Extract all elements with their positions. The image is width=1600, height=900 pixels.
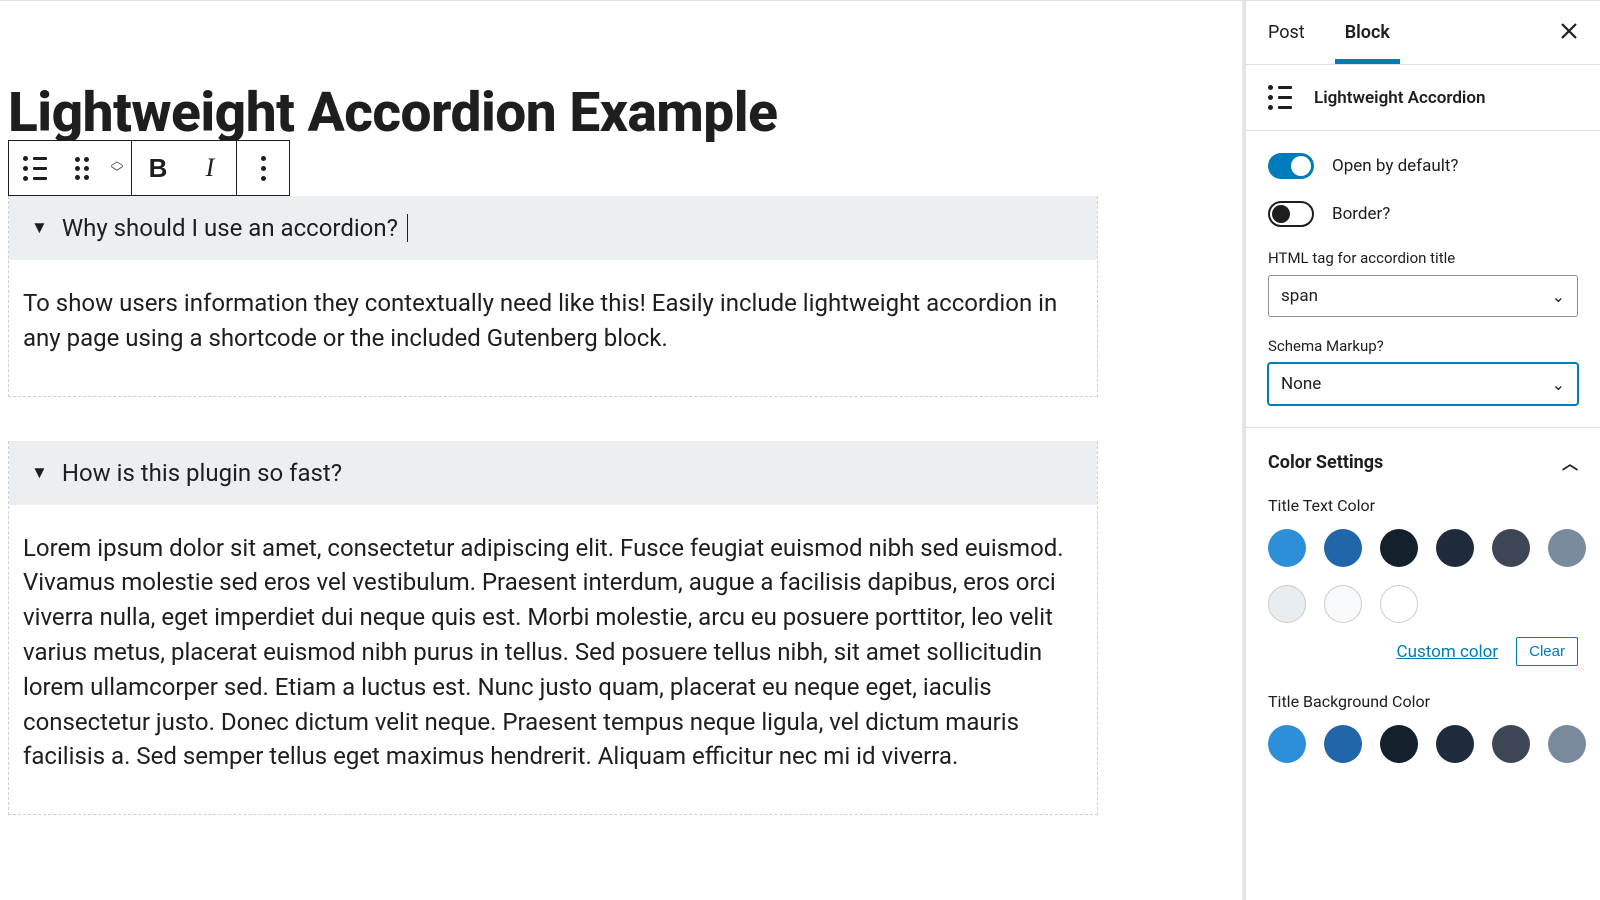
select-value: None (1281, 374, 1321, 394)
color-swatch[interactable] (1268, 529, 1306, 567)
accordion-title-text[interactable]: Why should I use an accordion? (62, 214, 398, 242)
block-icon (1268, 85, 1296, 110)
accordion-block[interactable]: ▼ Why should I use an accordion? To show… (8, 196, 1098, 397)
bold-button[interactable]: B (132, 141, 184, 195)
html-tag-select[interactable]: span ⌄ (1268, 275, 1578, 317)
chevron-up-icon: ︿ (1562, 450, 1578, 474)
settings-sidebar: Post Block Lightweight Accordion Open by… (1245, 1, 1600, 900)
block-header: Lightweight Accordion (1246, 65, 1600, 131)
tab-block[interactable]: Block (1345, 2, 1390, 63)
clear-color-button[interactable]: Clear (1516, 637, 1578, 666)
color-swatch[interactable] (1436, 725, 1474, 763)
more-options-button[interactable] (237, 141, 289, 195)
color-swatch[interactable] (1380, 585, 1418, 623)
color-swatch[interactable] (1548, 529, 1586, 567)
color-label: Title Background Color (1268, 692, 1578, 711)
triangle-down-icon: ▼ (31, 463, 48, 483)
triangle-down-icon: ▼ (31, 218, 48, 238)
close-icon (1560, 22, 1578, 40)
text-cursor (407, 214, 408, 242)
block-name: Lightweight Accordion (1314, 88, 1485, 108)
color-swatch[interactable] (1492, 529, 1530, 567)
accordion-body[interactable]: To show users information they contextua… (9, 260, 1097, 356)
kebab-icon (261, 156, 266, 181)
sidebar-tabs: Post Block (1246, 1, 1600, 65)
block-toolbar: ︿ ﹀ B I (8, 140, 290, 196)
page-title[interactable]: Lightweight Accordion Example (8, 1, 1098, 145)
color-swatch[interactable] (1324, 529, 1362, 567)
color-swatch[interactable] (1324, 725, 1362, 763)
color-label: Title Text Color (1268, 496, 1578, 515)
toggle-label: Open by default? (1332, 156, 1458, 176)
tab-post[interactable]: Post (1268, 2, 1305, 63)
color-swatch[interactable] (1324, 585, 1362, 623)
select-value: span (1281, 286, 1318, 306)
move-down-button[interactable]: ﹀ (110, 169, 123, 179)
color-swatch[interactable] (1492, 725, 1530, 763)
title-text-swatches (1268, 529, 1578, 623)
accordion-block[interactable]: ▼ How is this plugin so fast? Lorem ipsu… (8, 441, 1098, 816)
accordion-title-text[interactable]: How is this plugin so fast? (62, 459, 342, 487)
block-type-icon[interactable] (9, 141, 61, 195)
color-swatch[interactable] (1380, 725, 1418, 763)
color-swatch[interactable] (1548, 725, 1586, 763)
block-settings-panel: Open by default? Border? HTML tag for ac… (1246, 131, 1600, 428)
color-swatch[interactable] (1436, 529, 1474, 567)
color-settings-header[interactable]: Color Settings ︿ (1246, 428, 1600, 496)
field-label: HTML tag for accordion title (1268, 249, 1578, 267)
toggle-label: Border? (1332, 204, 1390, 224)
italic-button[interactable]: I (184, 141, 236, 195)
panel-title: Color Settings (1268, 452, 1383, 473)
chevron-down-icon: ⌄ (1552, 375, 1565, 394)
editor-canvas: Lightweight Accordion Example ︿ ﹀ (0, 1, 1245, 900)
field-label: Schema Markup? (1268, 337, 1578, 355)
close-sidebar-button[interactable] (1560, 21, 1578, 45)
drag-icon (75, 157, 89, 180)
color-settings-panel: Title Text Color Custom color Clear Titl… (1246, 496, 1600, 795)
list-icon (23, 156, 47, 181)
block-mover: ︿ ﹀ (103, 141, 131, 195)
accordion-body[interactable]: Lorem ipsum dolor sit amet, consectetur … (9, 505, 1097, 775)
chevron-down-icon: ⌄ (1552, 287, 1565, 306)
title-bg-swatches (1268, 725, 1578, 763)
toggle-border[interactable] (1268, 201, 1314, 227)
schema-select[interactable]: None ⌄ (1268, 363, 1578, 405)
accordion-title[interactable]: ▼ How is this plugin so fast? (9, 441, 1097, 505)
toggle-open-by-default[interactable] (1268, 153, 1314, 179)
color-swatch[interactable] (1380, 529, 1418, 567)
color-swatch[interactable] (1268, 725, 1306, 763)
drag-handle[interactable] (61, 141, 103, 195)
color-swatch[interactable] (1268, 585, 1306, 623)
custom-color-link[interactable]: Custom color (1397, 642, 1499, 662)
accordion-title[interactable]: ▼ Why should I use an accordion? (9, 196, 1097, 260)
